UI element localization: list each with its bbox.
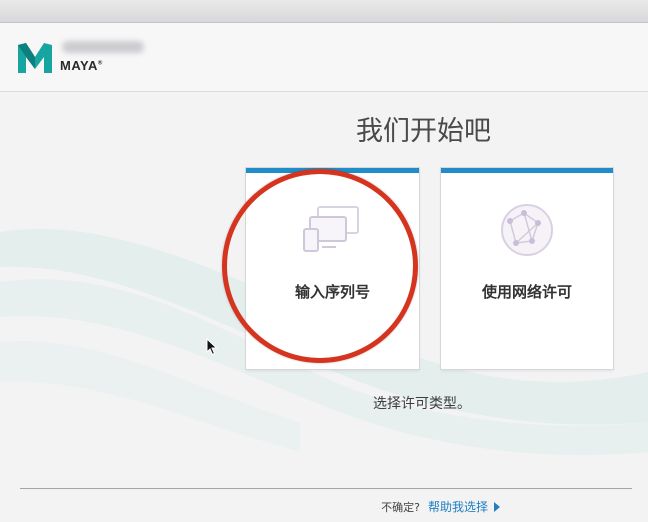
globe-network-icon xyxy=(501,204,553,256)
license-window: MAYA® 我们开始吧 输入序列号 使用网络许可 选择许可类型。 不确定? 帮助… xyxy=(0,0,648,522)
mouse-cursor-icon xyxy=(206,338,218,356)
footer-divider xyxy=(20,488,632,489)
use-network-license-label: 使用网络许可 xyxy=(481,283,572,301)
app-header: MAYA® xyxy=(0,23,648,92)
app-name: MAYA® xyxy=(60,58,103,73)
help-me-choose-label: 帮助我选择 xyxy=(427,500,488,514)
redacted-product-name xyxy=(62,41,144,53)
not-sure-text: 不确定? xyxy=(381,500,420,514)
select-license-type-text: 选择许可类型。 xyxy=(373,396,471,412)
window-titlebar[interactable] xyxy=(0,0,648,23)
use-network-license-card[interactable]: 使用网络许可 xyxy=(441,168,613,369)
footer: 不确定? 帮助我选择 xyxy=(381,498,500,515)
maya-logo-icon xyxy=(18,43,52,73)
play-arrow-icon xyxy=(494,501,500,512)
page-heading: 我们开始吧 xyxy=(356,116,491,147)
main-content: 我们开始吧 输入序列号 使用网络许可 选择许可类型。 不确定? 帮助我选择 xyxy=(0,92,648,522)
highlight-circle-annotation xyxy=(222,169,418,363)
help-me-choose-link[interactable]: 帮助我选择 xyxy=(428,498,500,515)
